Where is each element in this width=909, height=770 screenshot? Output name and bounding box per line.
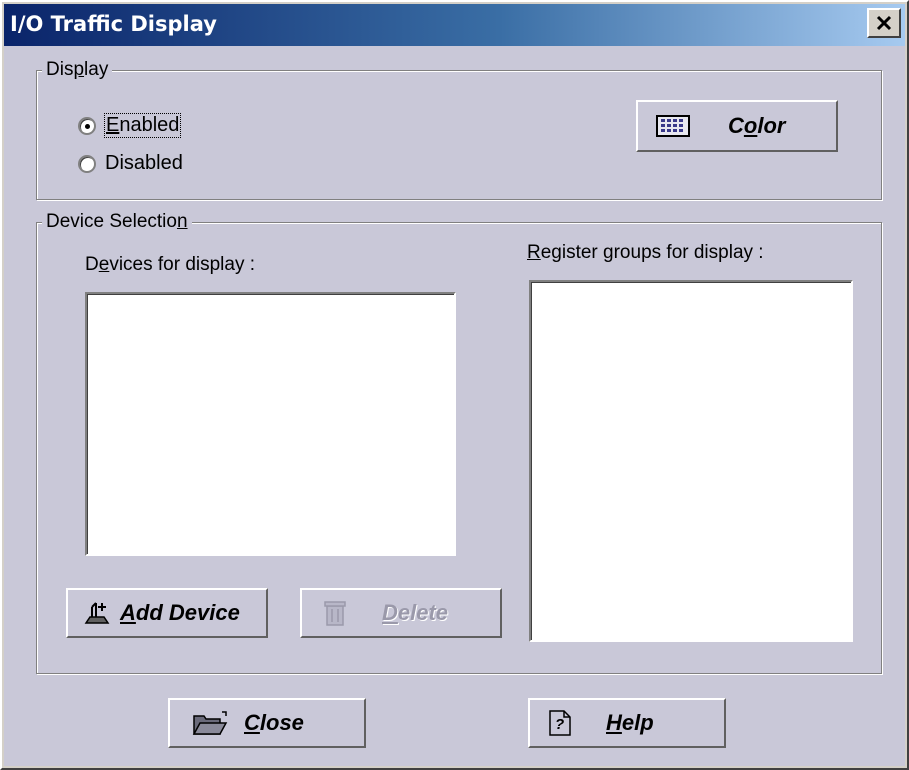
register-groups-listbox[interactable] [529,280,853,642]
add-device-icon [84,602,110,624]
delete-button[interactable]: Delete [300,588,502,638]
color-button[interactable]: Color [636,100,838,152]
window-title: I/O Traffic Display [10,12,217,36]
close-window-button[interactable] [867,8,901,38]
close-icon [876,15,892,31]
disabled-radio-label: Disabled [105,152,183,174]
add-device-button[interactable]: Add Device [66,588,268,638]
disabled-radio-indicator[interactable] [78,154,96,173]
svg-text:?: ? [555,716,564,733]
disabled-radio[interactable]: Disabled [78,152,183,175]
help-button-label: Help [606,710,654,735]
open-folder-icon [192,711,228,735]
enabled-radio-label: Enabled [103,113,182,138]
enabled-radio-indicator[interactable] [78,116,96,135]
close-button-label: Close [244,710,304,735]
help-page-icon: ? [549,710,571,736]
enabled-radio[interactable]: Enabled [78,113,182,138]
title-bar[interactable]: I/O Traffic Display [4,4,905,46]
add-device-label: Add Device [120,600,240,625]
devices-listbox[interactable] [85,292,456,556]
palette-grid-icon [656,115,690,137]
devices-label: Devices for display : [85,254,256,275]
help-button[interactable]: ? Help [528,698,726,748]
color-button-label: Color [728,113,786,138]
dialog-body: Display Enabled Disabled Color Device Se… [4,46,905,766]
trash-icon [324,601,346,626]
dialog-window: I/O Traffic Display Display Enabled Disa… [0,0,909,770]
registers-label: Register groups for display : [527,242,764,263]
display-group-legend: Display [42,59,113,81]
delete-label: Delete [382,600,449,625]
close-button[interactable]: Close [168,698,366,748]
device-selection-legend: Device Selection [42,211,192,233]
